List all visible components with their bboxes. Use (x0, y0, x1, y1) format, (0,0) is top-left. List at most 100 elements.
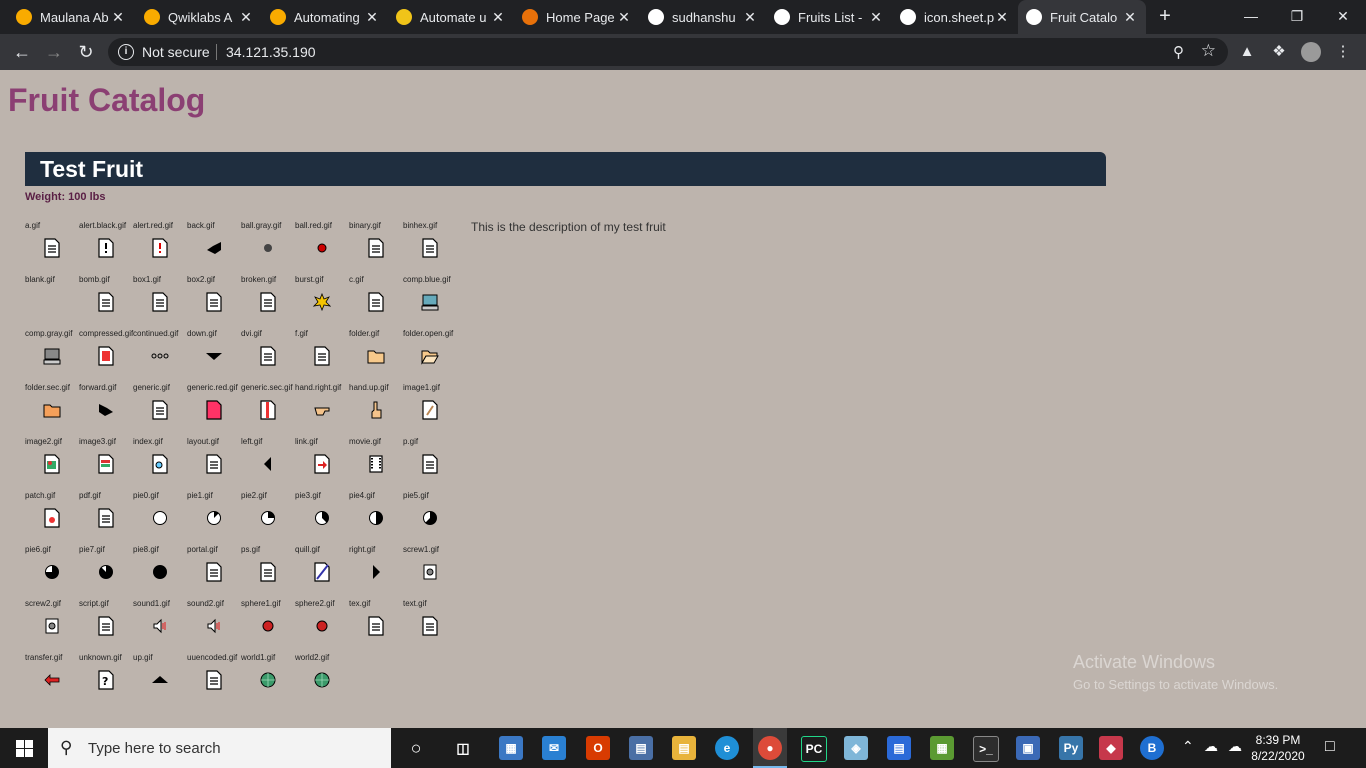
box2-icon (205, 292, 223, 312)
bookmark-star-icon[interactable]: ☆ (1201, 41, 1216, 61)
tab-close-icon[interactable]: ✕ (868, 9, 884, 26)
icon-item: compressed.gif (79, 329, 133, 383)
store-icon[interactable]: ▦ (499, 736, 523, 760)
tab-close-icon[interactable]: ✕ (994, 9, 1010, 26)
tab-close-icon[interactable]: ✕ (364, 9, 380, 26)
show-hidden-icons-chevron-icon[interactable]: ⌃ (1182, 738, 1194, 755)
info-icon[interactable]: i (118, 44, 134, 60)
browser-toolbar: ← → ↻ i Not secure 34.121.35.190 ⚲ ☆ ▲ ❖… (0, 34, 1366, 70)
browser-tab[interactable]: Fruit Catalo ✕ (1018, 0, 1146, 34)
docs-icon[interactable]: ▤ (887, 736, 911, 760)
browser-tab[interactable]: Maulana Ab ✕ (8, 0, 134, 34)
icon-item: alert.red.gif (133, 221, 187, 275)
browser-tab[interactable]: Home Page ✕ (514, 0, 640, 34)
icon-filename: screw2.gif (25, 599, 62, 608)
tab-close-icon[interactable]: ✕ (742, 9, 758, 26)
icon-item: blank.gif (25, 275, 79, 329)
google-icon (648, 9, 664, 25)
terminal-icon[interactable]: >_ (973, 736, 999, 762)
mail-icon[interactable]: ✉ (542, 736, 566, 760)
tex-icon (367, 616, 385, 636)
pie4-icon (367, 508, 385, 528)
minimize-button[interactable]: — (1228, 0, 1274, 34)
icon-filename: generic.sec.gif (241, 383, 293, 392)
reload-icon[interactable]: ↻ (74, 40, 98, 64)
icon-item: c.gif (349, 275, 403, 329)
zoom-icon[interactable]: ⚲ (1173, 43, 1184, 61)
icon-filename: comp.gray.gif (25, 329, 73, 338)
browser-tab[interactable]: sudhanshu ✕ (640, 0, 766, 34)
sphere1-icon (259, 616, 277, 636)
profile-avatar[interactable] (1301, 42, 1321, 62)
tab-close-icon[interactable]: ✕ (110, 9, 126, 26)
drive-extension-icon[interactable]: ▲ (1237, 42, 1257, 62)
maximize-button[interactable]: ❐ (1274, 0, 1320, 34)
icon-item: uuencoded.gif (187, 653, 241, 707)
browser-tab[interactable]: Automating ✕ (262, 0, 388, 34)
close-window-button[interactable]: ✕ (1320, 0, 1366, 34)
ball-red-icon (313, 238, 331, 258)
icon-filename: link.gif (295, 437, 318, 446)
patch-icon (43, 508, 61, 528)
python-icon[interactable]: Py (1059, 736, 1083, 760)
browser-tab[interactable]: Fruits List - ✕ (766, 0, 892, 34)
icon-filename: a.gif (25, 221, 41, 230)
tab-title: Automating (294, 9, 360, 25)
app-icon-green[interactable]: ▦ (930, 736, 954, 760)
address-bar[interactable]: i Not secure 34.121.35.190 ⚲ ☆ (108, 38, 1228, 66)
browser-tab[interactable]: icon.sheet.p ✕ (892, 0, 1018, 34)
chrome-icon[interactable]: ● (758, 736, 782, 760)
a-icon (43, 238, 61, 258)
browser-tab[interactable]: Qwiklabs A ✕ (136, 0, 262, 34)
git-icon[interactable]: ◆ (1099, 736, 1123, 760)
tab-close-icon[interactable]: ✕ (238, 9, 254, 26)
tab-close-icon[interactable]: ✕ (1122, 9, 1138, 26)
icon-item: hand.right.gif (295, 383, 349, 437)
bluetooth-icon[interactable]: B (1140, 736, 1164, 760)
app-icon-blue[interactable]: ◈ (844, 736, 868, 760)
icon-item: generic.sec.gif (241, 383, 295, 437)
icon-filename: movie.gif (349, 437, 382, 446)
cloud-upload-icon[interactable]: ☁ (1228, 738, 1242, 755)
notifications-icon[interactable]: □ (1325, 738, 1335, 756)
icon-filename: screw1.gif (403, 545, 440, 554)
cortana-icon[interactable]: ○ (404, 736, 428, 760)
colab-icon (16, 9, 32, 25)
tab-close-icon[interactable]: ✕ (616, 9, 632, 26)
compressed-icon (97, 346, 115, 366)
network-app-icon[interactable]: ▣ (1016, 736, 1040, 760)
back-arrow-icon[interactable]: ← (10, 40, 34, 64)
colab-icon (270, 9, 286, 25)
icon-item: a.gif (25, 221, 79, 275)
extensions-puzzle-icon[interactable]: ❖ (1269, 42, 1289, 62)
clock-date: 8/22/2020 (1251, 749, 1305, 763)
forward-arrow-icon[interactable]: → (42, 40, 66, 64)
tab-close-icon[interactable]: ✕ (490, 9, 506, 26)
icon-filename: index.gif (133, 437, 163, 446)
icon-filename: world1.gif (241, 653, 276, 662)
onedrive-icon[interactable]: ☁ (1204, 738, 1218, 755)
icon-filename: right.gif (349, 545, 376, 554)
taskbar-search-box[interactable]: ⚲ Type here to search (48, 728, 391, 768)
browser-tab[interactable]: Automate u ✕ (388, 0, 514, 34)
loading-icon (522, 9, 538, 25)
icon-item: generic.red.gif (187, 383, 241, 437)
file-explorer-icon[interactable]: ▤ (672, 736, 696, 760)
generic-sec-icon (259, 400, 277, 420)
edge-icon[interactable]: e (715, 736, 739, 760)
task-view-icon[interactable]: ◫ (451, 736, 475, 760)
office-icon[interactable]: O (586, 736, 610, 760)
icon-item: tex.gif (349, 599, 403, 653)
icon-item: p.gif (403, 437, 457, 491)
new-tab-button[interactable]: + (1155, 6, 1175, 26)
pycharm-icon[interactable]: PC (801, 736, 827, 762)
icon-item: sound2.gif (187, 599, 241, 653)
menu-kebab-icon[interactable]: ⋮ (1333, 42, 1353, 62)
start-button[interactable] (0, 728, 48, 768)
coursera-icon (396, 9, 412, 25)
icon-filename: pie1.gif (187, 491, 213, 500)
remote-desktop-icon[interactable]: ▤ (629, 736, 653, 760)
page-title: Fruit Catalog (8, 82, 206, 118)
system-clock[interactable]: 8:39 PM 8/22/2020 (1248, 732, 1308, 764)
url-text[interactable]: 34.121.35.190 (226, 44, 316, 60)
